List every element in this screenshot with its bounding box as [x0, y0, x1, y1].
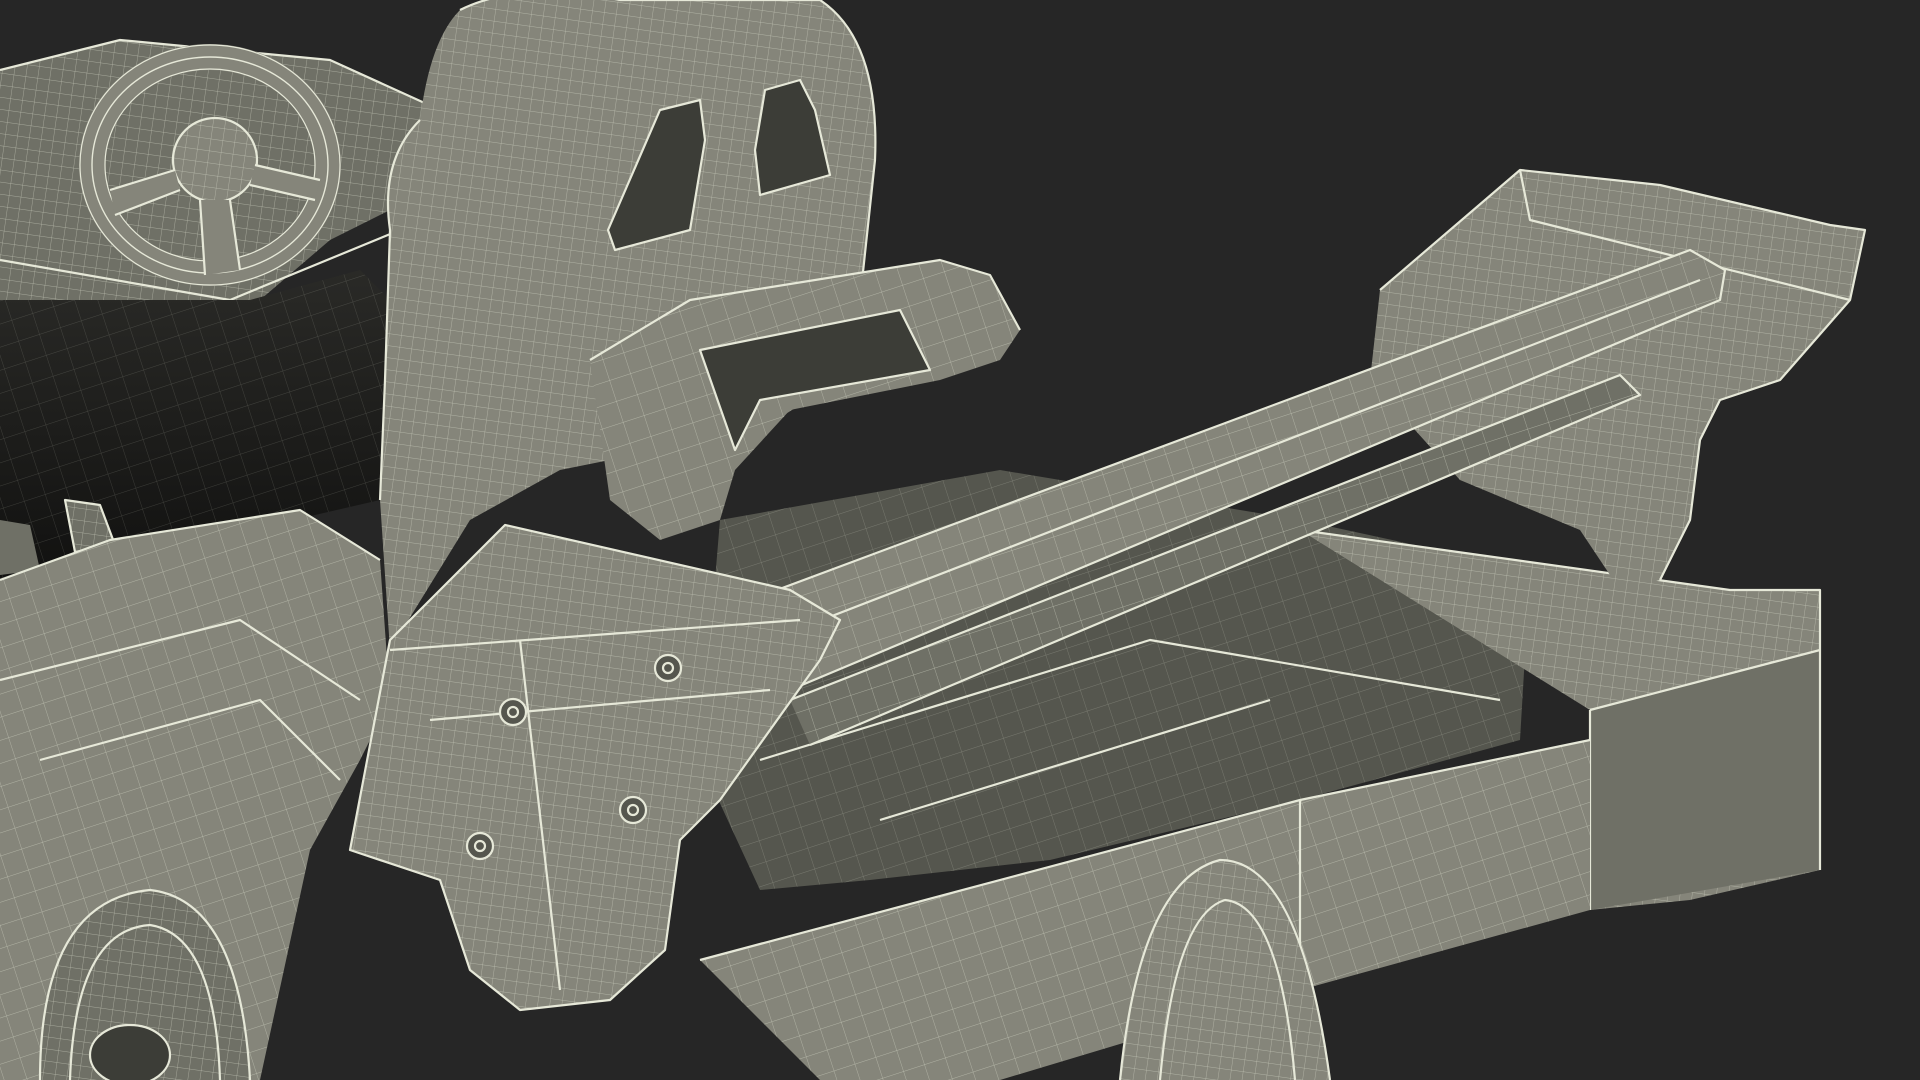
bolt-2 [498, 697, 528, 727]
wireframe-render [0, 0, 1920, 1080]
bolt-3 [618, 795, 648, 825]
bolt-1 [653, 653, 683, 683]
bolt-4 [465, 831, 495, 861]
